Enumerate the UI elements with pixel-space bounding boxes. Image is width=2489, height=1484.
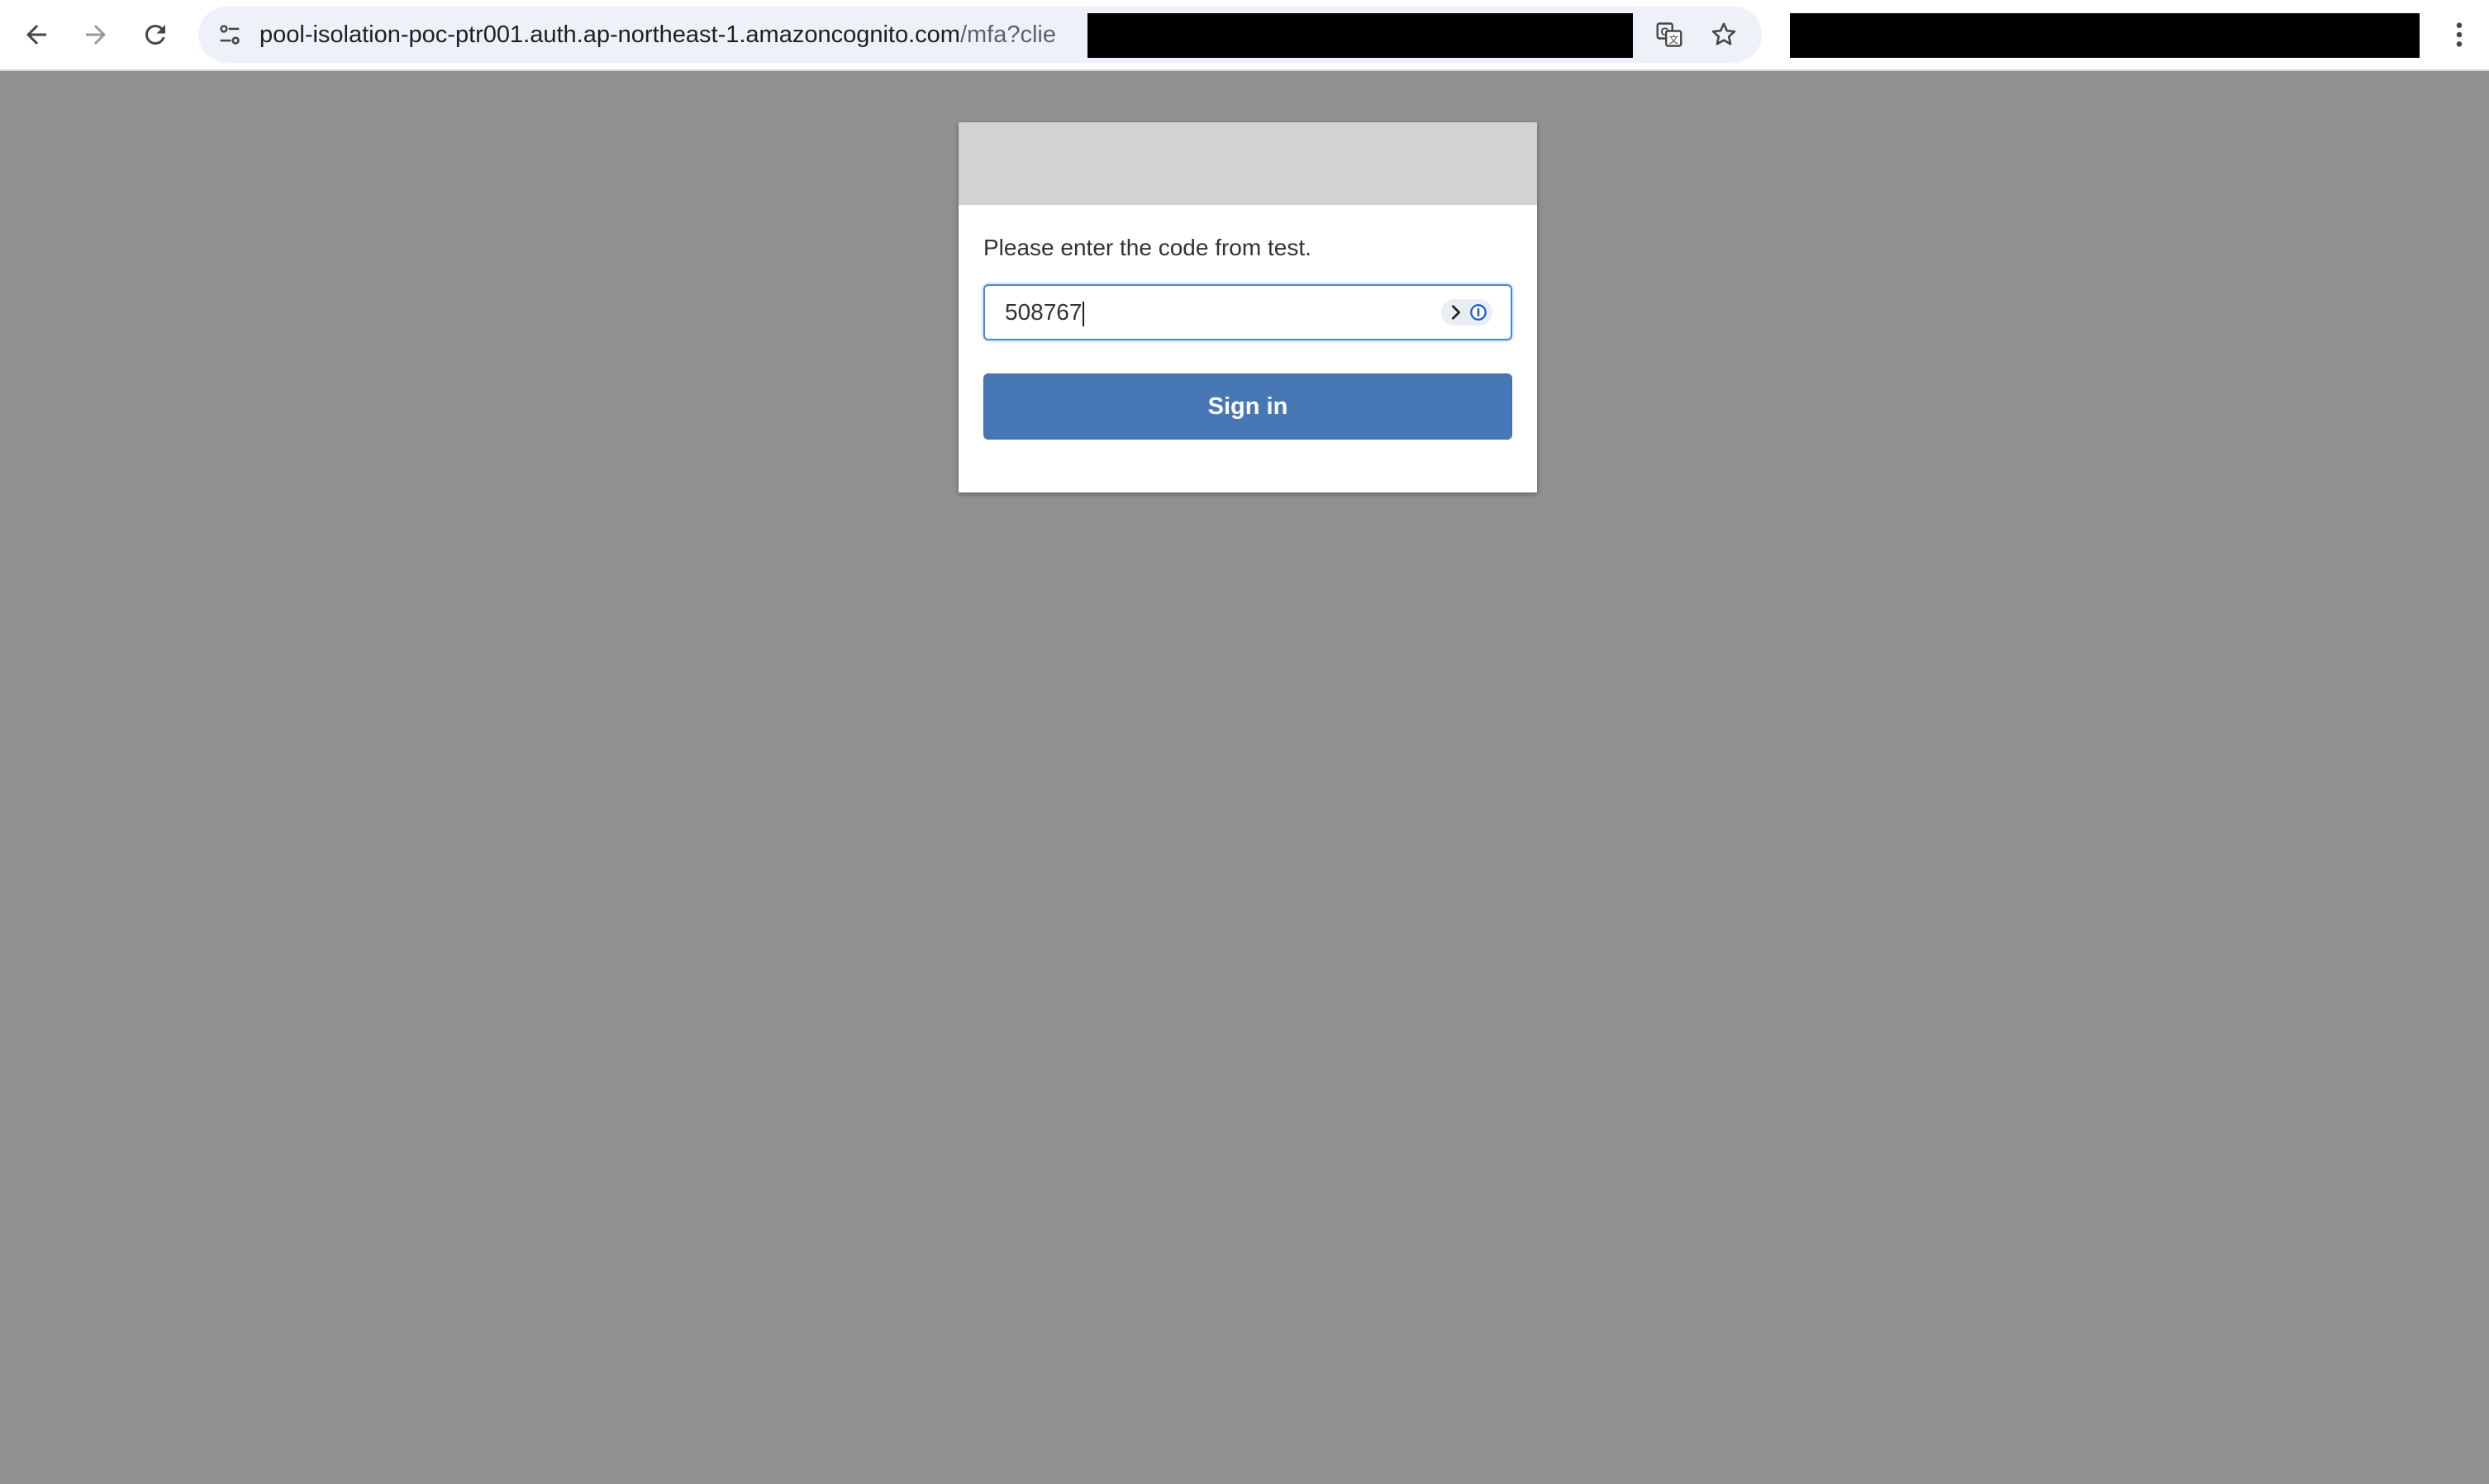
text-caret: [1083, 301, 1085, 326]
site-info-button[interactable]: [210, 15, 250, 55]
browser-menu-button[interactable]: [2439, 13, 2479, 56]
mfa-code-value[interactable]: 508767: [1005, 286, 1085, 339]
bookmark-button[interactable]: [1704, 15, 1744, 55]
redacted-profile-area: [1790, 13, 2420, 58]
forward-arrow-icon: [86, 25, 106, 45]
kebab-menu-icon: [2456, 22, 2463, 47]
mfa-prompt: Please enter the code from test.: [983, 235, 1311, 260]
back-arrow-icon: [26, 25, 46, 45]
reload-button[interactable]: [134, 13, 177, 56]
translate-icon: G 文: [1656, 22, 1682, 47]
svg-text:文: 文: [1668, 33, 1678, 45]
forward-button[interactable]: [74, 13, 117, 56]
back-button[interactable]: [15, 13, 58, 56]
tune-icon: [220, 25, 240, 45]
password-manager-icon: [1469, 304, 1487, 321]
card-body: Please enter the code from test. 508767 …: [959, 233, 1537, 440]
mfa-card: Please enter the code from test. 508767 …: [959, 122, 1537, 492]
browser-toolbar: pool-isolation-poc-ptr001.auth.ap-northe…: [0, 0, 2489, 71]
password-manager-autofill[interactable]: [1441, 299, 1492, 326]
reload-icon: [145, 24, 165, 45]
mfa-code-text: 508767: [1005, 299, 1083, 325]
translate-button[interactable]: G 文: [1649, 15, 1689, 55]
mfa-code-input[interactable]: 508767: [983, 284, 1512, 340]
redacted-url-portion: [1087, 13, 1633, 58]
url-path: /mfa?clie: [959, 21, 1056, 48]
chevron-right-icon: [1451, 305, 1460, 320]
sign-in-button[interactable]: Sign in: [983, 373, 1512, 440]
url-host: pool-isolation-poc-ptr001.auth.ap-northe…: [259, 21, 960, 48]
star-icon: [1711, 22, 1736, 45]
card-banner: [959, 122, 1537, 205]
url-text[interactable]: pool-isolation-poc-ptr001.auth.ap-northe…: [259, 7, 1086, 63]
